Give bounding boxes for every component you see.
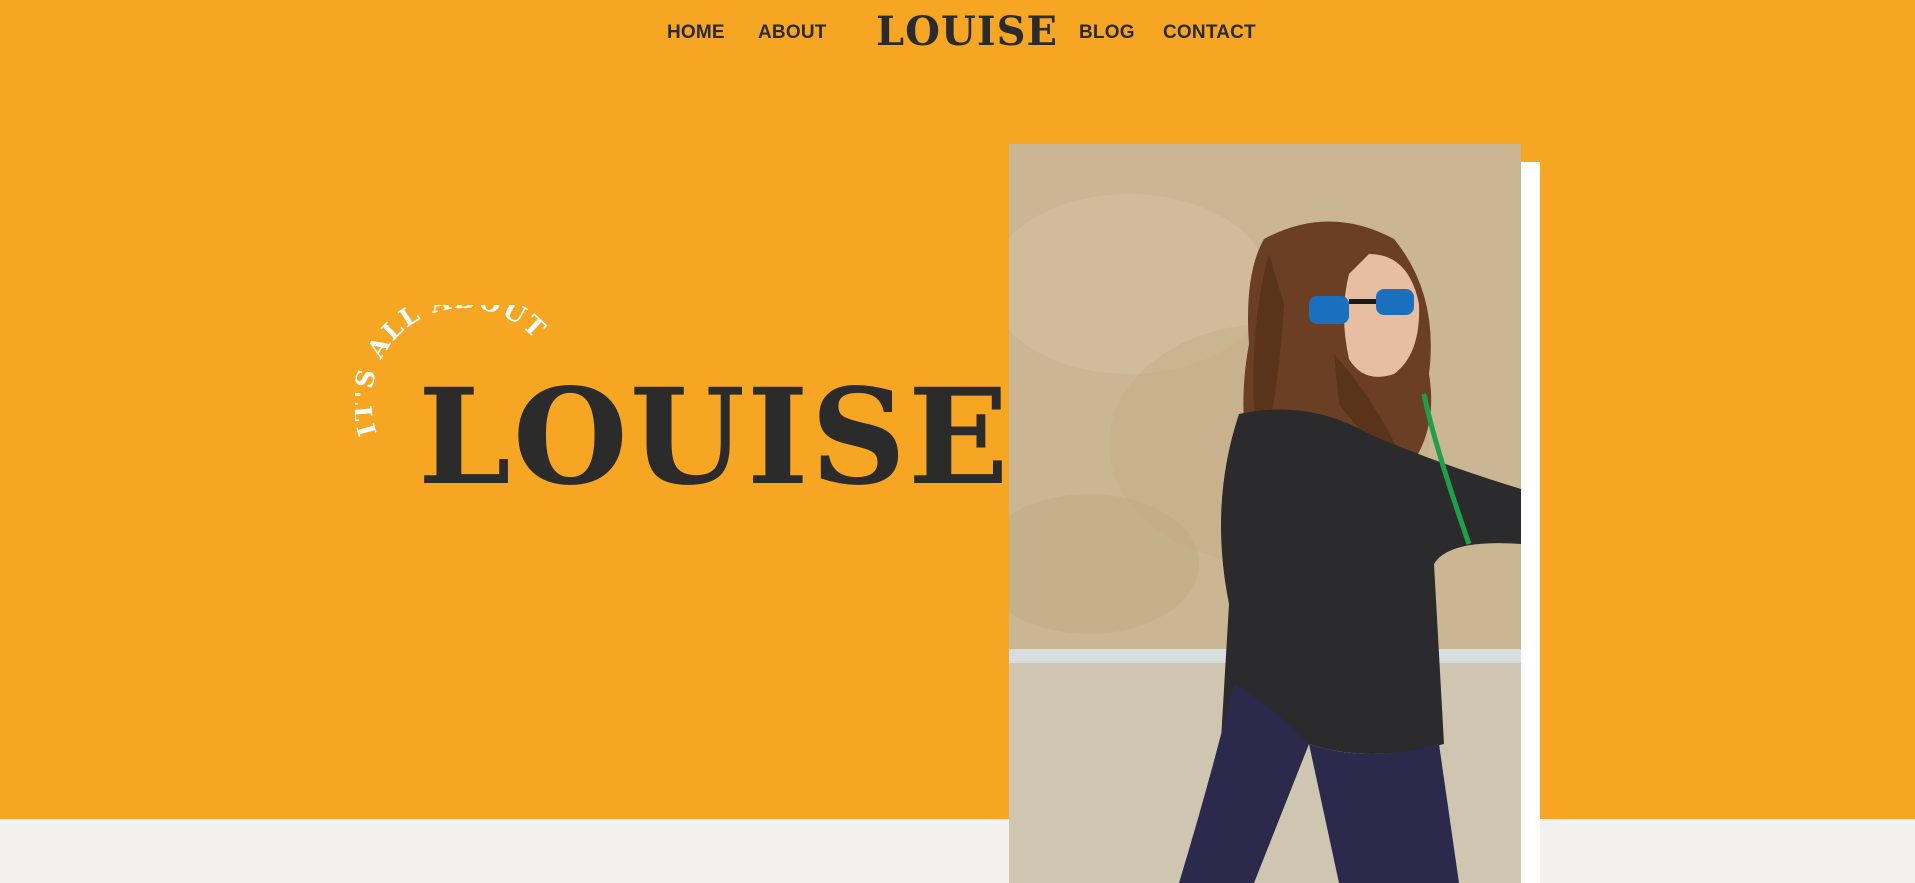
page: HOME ABOUT LOUISE BLOG CONTACT IT'S ALL … (0, 0, 1915, 883)
below-hero-section (0, 819, 1915, 883)
hero-title: LOUISE (418, 360, 1011, 515)
site-logo[interactable]: LOUISE (876, 8, 1058, 55)
nav-link-contact[interactable]: CONTACT (1163, 22, 1256, 44)
nav-link-home[interactable]: HOME (667, 22, 725, 44)
nav-link-about[interactable]: ABOUT (758, 22, 827, 44)
hero-photo (1009, 144, 1521, 883)
nav-link-blog[interactable]: BLOG (1079, 22, 1135, 44)
